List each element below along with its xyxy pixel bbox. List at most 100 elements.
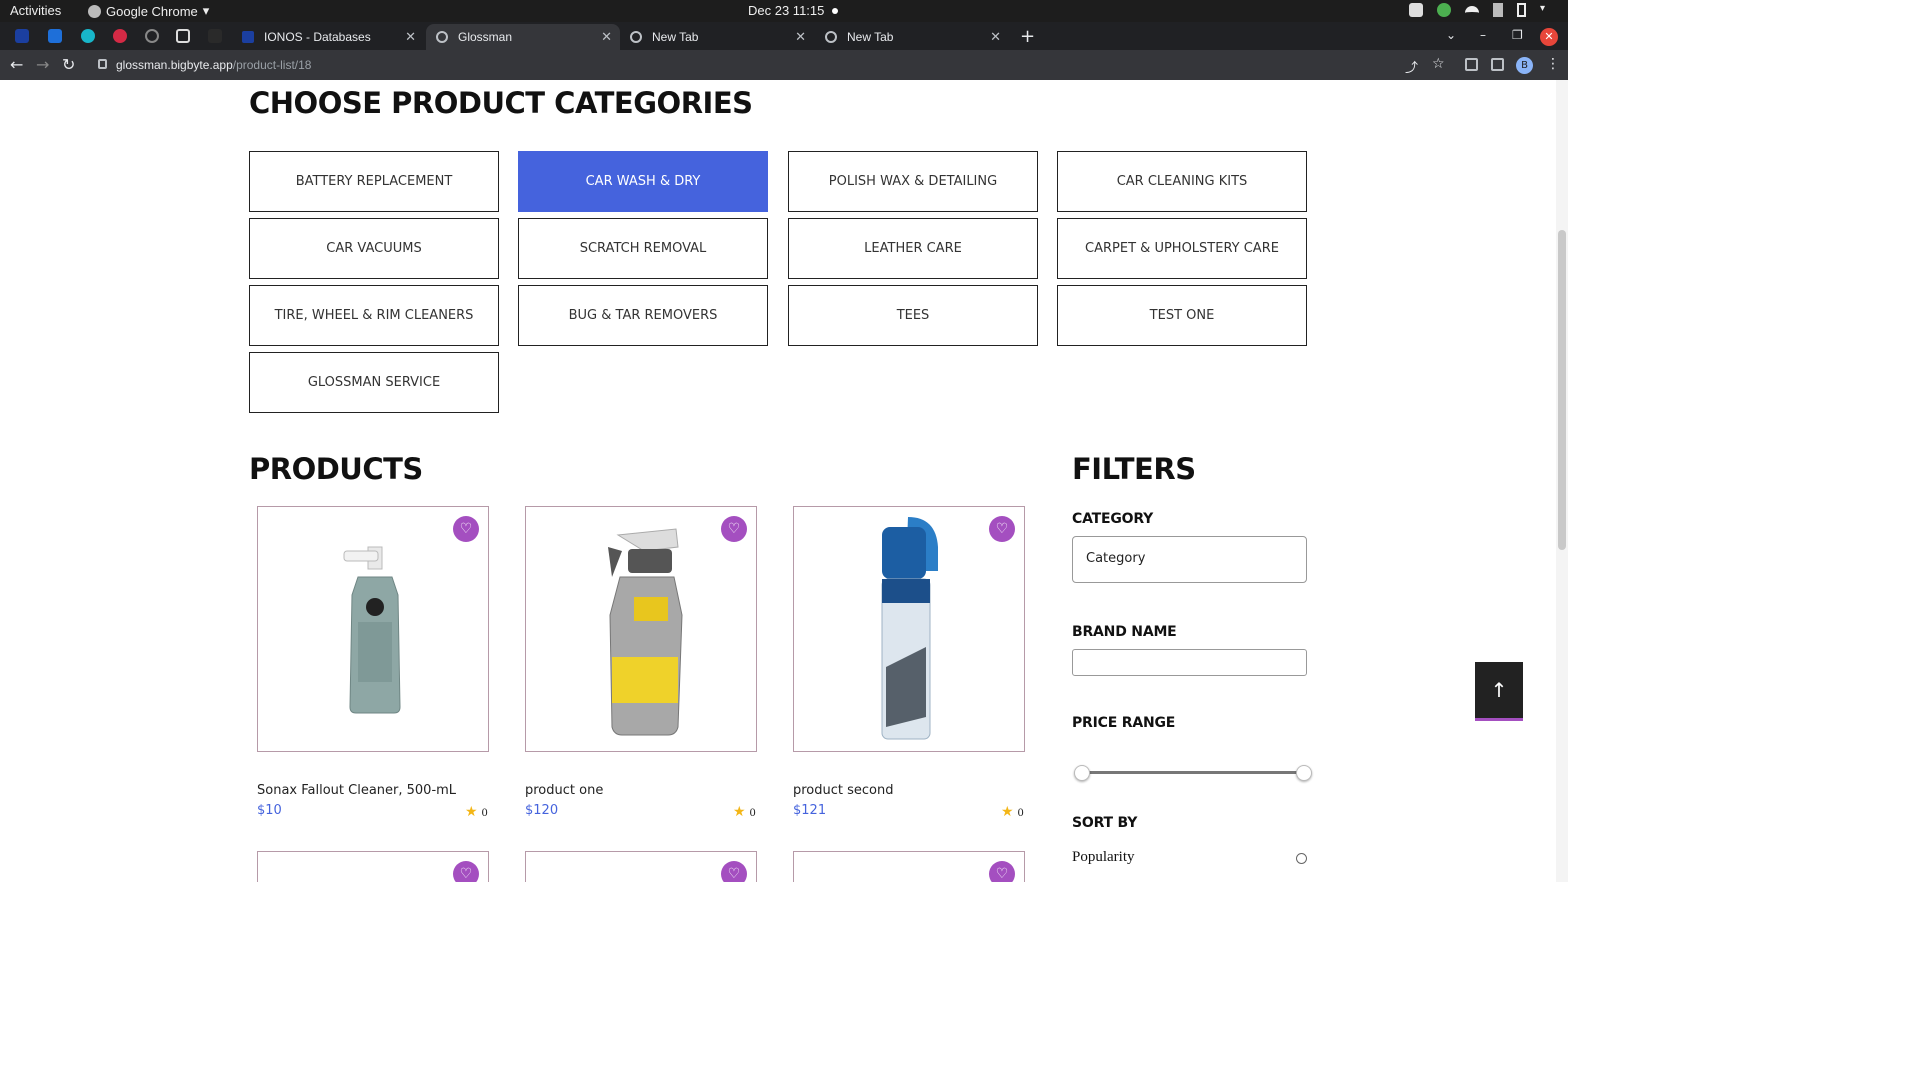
wishlist-heart-icon[interactable]: ♡ bbox=[721, 516, 747, 542]
clock-text: Dec 23 11:15 bbox=[748, 3, 825, 18]
app-menu[interactable]: Google Chrome ▾ bbox=[88, 3, 209, 19]
product-card[interactable]: ♡ bbox=[257, 851, 489, 882]
tab-ionos[interactable]: IONOS - Databases ✕ bbox=[232, 24, 424, 50]
product-rating: ★ 0 bbox=[465, 804, 488, 821]
product-name[interactable]: product one bbox=[525, 783, 603, 798]
product-image bbox=[881, 517, 938, 740]
update-icon[interactable] bbox=[1437, 3, 1451, 17]
close-tab-icon[interactable]: ✕ bbox=[601, 29, 612, 45]
web-page: CHOOSE PRODUCT CATEGORIES BATTERY REPLAC… bbox=[0, 80, 1568, 882]
category-battery-replacement[interactable]: BATTERY REPLACEMENT bbox=[249, 151, 499, 212]
restore-icon[interactable]: ❐ bbox=[1512, 28, 1523, 42]
wishlist-heart-icon[interactable]: ♡ bbox=[721, 861, 747, 882]
category-car-cleaning-kits[interactable]: CAR CLEANING KITS bbox=[1057, 151, 1307, 212]
battery-icon[interactable] bbox=[1517, 3, 1526, 17]
category-car-vacuums[interactable]: CAR VACUUMS bbox=[249, 218, 499, 279]
category-tees[interactable]: TEES bbox=[788, 285, 1038, 346]
pinned-tab-loop-icon[interactable] bbox=[81, 29, 95, 43]
category-tire-wheel-rim-cleaners[interactable]: TIRE, WHEEL & RIM CLEANERS bbox=[249, 285, 499, 346]
product-name[interactable]: Sonax Fallout Cleaner, 500-mL bbox=[257, 783, 456, 798]
forward-arrow-icon[interactable]: → bbox=[36, 55, 49, 74]
product-rating: ★ 0 bbox=[733, 804, 756, 821]
close-tab-icon[interactable]: ✕ bbox=[405, 29, 416, 45]
category-bug-tar-removers[interactable]: BUG & TAR REMOVERS bbox=[518, 285, 768, 346]
browser-toolbar: ← → ↻ glossman.bigbyte.app/product-list/… bbox=[0, 50, 1568, 80]
brand-filter-label: BRAND NAME bbox=[1072, 624, 1177, 640]
wishlist-heart-icon[interactable]: ♡ bbox=[989, 516, 1015, 542]
category-select[interactable]: Category bbox=[1072, 536, 1307, 583]
pinned-tab-red-icon[interactable] bbox=[113, 29, 127, 43]
price-range-min-handle[interactable] bbox=[1074, 765, 1090, 781]
close-tab-icon[interactable]: ✕ bbox=[990, 29, 1001, 45]
pinned-tab-ionos-icon[interactable] bbox=[15, 29, 29, 43]
star-icon: ★ bbox=[465, 805, 478, 820]
chrome-icon bbox=[88, 4, 101, 18]
price-range-label: PRICE RANGE bbox=[1072, 715, 1176, 731]
page-scrollbar[interactable] bbox=[1556, 80, 1568, 882]
minimize-icon[interactable]: – bbox=[1480, 28, 1486, 42]
activities-button[interactable]: Activities bbox=[10, 3, 61, 18]
pinned-tab-notion-icon[interactable] bbox=[176, 29, 190, 43]
system-tray[interactable]: ▾ bbox=[1409, 3, 1554, 17]
bookmark-star-icon[interactable]: ☆ bbox=[1432, 56, 1445, 72]
wishlist-heart-icon[interactable]: ♡ bbox=[453, 516, 479, 542]
url-text[interactable]: glossman.bigbyte.app/product-list/18 bbox=[116, 58, 311, 72]
scroll-to-top-button[interactable]: ↑ bbox=[1475, 662, 1523, 721]
tab-search-chevron-icon[interactable]: ⌄ bbox=[1446, 28, 1456, 42]
wishlist-heart-icon[interactable]: ♡ bbox=[453, 861, 479, 882]
volume-icon[interactable] bbox=[1493, 3, 1503, 17]
category-glossman-service[interactable]: GLOSSMAN SERVICE bbox=[249, 352, 499, 413]
pinned-tab-dark-icon[interactable] bbox=[208, 29, 222, 43]
category-scratch-removal[interactable]: SCRATCH REMOVAL bbox=[518, 218, 768, 279]
notification-dot-icon bbox=[832, 8, 839, 14]
profile-avatar[interactable]: B bbox=[1516, 57, 1533, 74]
product-name[interactable]: product second bbox=[793, 783, 894, 798]
pinned-tab-globe-icon[interactable] bbox=[145, 29, 159, 43]
product-card[interactable]: ♡ bbox=[793, 506, 1025, 752]
reload-icon[interactable]: ↻ bbox=[62, 55, 75, 74]
globe-icon bbox=[630, 31, 642, 43]
side-panel-icon[interactable] bbox=[1491, 58, 1504, 71]
product-card[interactable]: ♡ bbox=[257, 506, 489, 752]
share-icon[interactable]: ⤴ bbox=[1405, 57, 1418, 76]
category-car-wash-dry[interactable]: CAR WASH & DRY bbox=[518, 151, 768, 212]
sort-popularity-radio[interactable] bbox=[1296, 853, 1307, 864]
lock-icon[interactable] bbox=[98, 59, 107, 69]
price-range-max-handle[interactable] bbox=[1296, 765, 1312, 781]
pinned-tab-trello-icon[interactable] bbox=[48, 29, 62, 43]
wifi-icon[interactable] bbox=[1465, 6, 1479, 14]
arrow-up-icon: ↑ bbox=[1490, 678, 1508, 702]
category-test-one[interactable]: TEST ONE bbox=[1057, 285, 1307, 346]
url-host: glossman.bigbyte.app bbox=[116, 58, 233, 72]
power-menu-icon[interactable]: ▾ bbox=[1540, 3, 1554, 17]
category-carpet-upholstery-care[interactable]: CARPET & UPHOLSTERY CARE bbox=[1057, 218, 1307, 279]
product-card[interactable]: ♡ bbox=[525, 506, 757, 752]
wishlist-heart-icon[interactable]: ♡ bbox=[989, 861, 1015, 882]
product-card[interactable]: ♡ bbox=[525, 851, 757, 882]
price-range-track[interactable] bbox=[1080, 771, 1304, 774]
close-tab-icon[interactable]: ✕ bbox=[795, 29, 806, 45]
tab-glossman[interactable]: Glossman ✕ bbox=[426, 24, 620, 50]
globe-icon bbox=[436, 31, 448, 43]
address-bar[interactable]: glossman.bigbyte.app/product-list/18 bbox=[88, 53, 1458, 77]
scrollbar-thumb[interactable] bbox=[1558, 230, 1566, 550]
caret-down-icon: ▾ bbox=[202, 3, 210, 18]
slack-icon[interactable] bbox=[1409, 3, 1423, 17]
new-tab-plus-icon[interactable]: + bbox=[1020, 26, 1035, 47]
extensions-puzzle-icon[interactable] bbox=[1465, 58, 1478, 71]
clock[interactable]: Dec 23 11:15 bbox=[748, 3, 839, 18]
kebab-menu-icon[interactable]: ⋮ bbox=[1546, 56, 1560, 72]
back-arrow-icon[interactable]: ← bbox=[10, 55, 23, 74]
tab-new-tab-1[interactable]: New Tab ✕ bbox=[620, 24, 814, 50]
product-price: $121 bbox=[793, 803, 827, 818]
rating-value: 0 bbox=[1017, 805, 1024, 819]
brand-name-input[interactable] bbox=[1072, 649, 1307, 676]
sort-option-popularity[interactable]: Popularity bbox=[1072, 849, 1135, 866]
tab-new-tab-2[interactable]: New Tab ✕ bbox=[815, 24, 1009, 50]
close-window-icon[interactable]: ✕ bbox=[1540, 28, 1558, 46]
ionos-icon bbox=[242, 31, 254, 43]
category-leather-care[interactable]: LEATHER CARE bbox=[788, 218, 1038, 279]
product-card[interactable]: ♡ bbox=[793, 851, 1025, 882]
category-polish-wax-detailing[interactable]: POLISH WAX & DETAILING bbox=[788, 151, 1038, 212]
star-icon: ★ bbox=[733, 805, 746, 820]
